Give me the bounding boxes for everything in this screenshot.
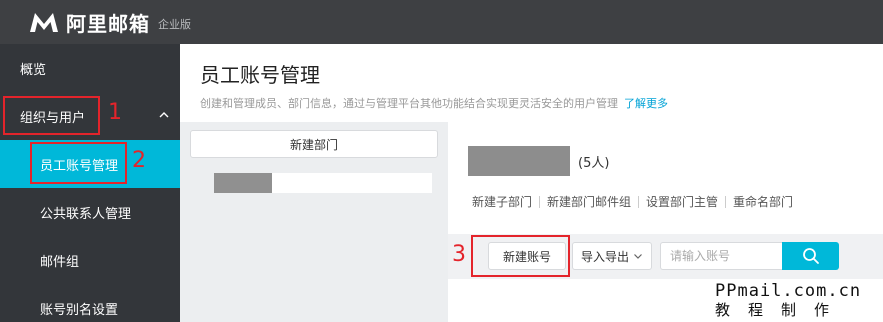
new-department-mail-group-link[interactable]: 新建部门邮件组 [547,193,631,210]
import-export-label: 导入导出 [580,249,629,264]
member-count: (5人) [578,156,610,171]
sidebar-item-account-alias[interactable]: 账号别名设置 [0,284,180,322]
callout-number-1: 1 [108,100,122,125]
page-title: 员工账号管理 [200,63,320,87]
divider [539,195,541,208]
redacted-department-name [214,173,272,193]
edition-label: 企业版 [158,18,191,31]
chevron-down-icon [634,254,642,259]
new-sub-department-link[interactable]: 新建子部门 [472,193,532,210]
divider [638,195,640,208]
department-tree-node[interactable] [214,173,432,193]
description-text: 创建和管理成员、部门信息，通过与管理平台其他功能结合实现更灵活安全的用户管理 [200,97,618,110]
m-logo-icon [30,13,58,32]
sidebar-item-label: 概览 [20,62,47,78]
sidebar-item-label: 公共联系人管理 [40,206,132,222]
top-bar: 阿里邮箱 企业版 [0,0,883,44]
redacted-department-title [468,146,570,176]
account-search-input[interactable] [660,242,782,270]
callout-number-3: 3 [452,242,466,267]
callout-box-step-1 [3,96,100,135]
rename-department-link[interactable]: 重命名部门 [733,193,793,210]
callout-number-2: 2 [132,148,146,173]
department-actions: 新建子部门 新建部门邮件组 设置部门主管 重命名部门 [472,193,793,210]
sidebar-item-public-contacts[interactable]: 公共联系人管理 [0,188,180,236]
divider [725,195,727,208]
set-department-manager-link[interactable]: 设置部门主管 [646,193,718,210]
callout-box-step-2 [30,142,127,184]
sidebar-item-overview[interactable]: 概览 [0,44,180,92]
search-icon [802,248,819,264]
callout-box-step-3 [471,235,570,277]
sidebar-item-label: 邮件组 [40,254,80,270]
search-button[interactable] [782,242,839,270]
new-department-button[interactable]: 新建部门 [190,130,438,158]
logo[interactable]: 阿里邮箱 企业版 [28,9,191,36]
app-name: 阿里邮箱 [66,11,150,36]
import-export-dropdown[interactable]: 导入导出 [572,242,652,270]
learn-more-link[interactable]: 了解更多 [624,97,668,110]
watermark-caption: 教程制作 [715,301,848,319]
page-description: 创建和管理成员、部门信息，通过与管理平台其他功能结合实现更灵活安全的用户管理 了解… [200,95,668,111]
sidebar-item-mail-groups[interactable]: 邮件组 [0,236,180,284]
sidebar-item-label: 账号别名设置 [40,302,119,318]
watermark-site: PPmail.com.cn [715,281,862,301]
chevron-up-icon [159,112,169,118]
department-tree-panel: 新建部门 [180,122,448,322]
